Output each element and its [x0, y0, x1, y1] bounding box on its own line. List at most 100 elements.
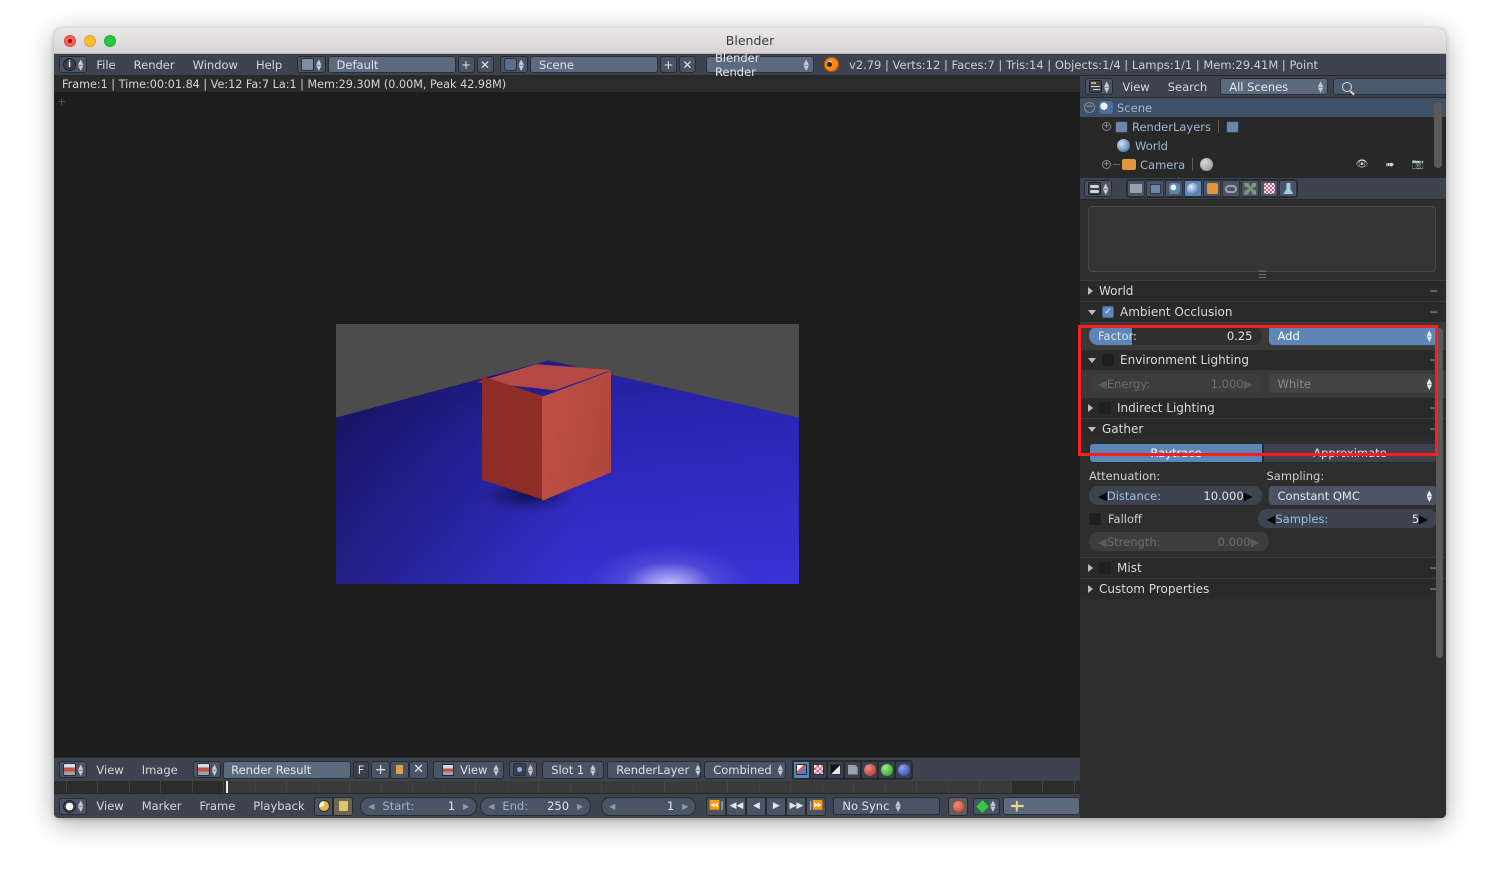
panel-gather[interactable]: Gather ━	[1080, 418, 1446, 439]
indirect-lighting-checkbox[interactable]	[1099, 402, 1111, 414]
image-browse-button[interactable]: ▲ ▼	[192, 761, 222, 778]
decrement-arrow-icon[interactable]: ◀	[1098, 489, 1107, 503]
world-tab[interactable]	[1184, 180, 1203, 197]
add-scene-button[interactable]: +	[659, 56, 677, 73]
timeline-menu-playback[interactable]: Playback	[244, 795, 313, 817]
active-keying-set-field[interactable]	[1002, 797, 1080, 815]
gather-raytrace-button[interactable]: Raytrace	[1089, 443, 1263, 463]
object-tab[interactable]	[1203, 180, 1222, 197]
env-energy-field[interactable]: ◀ Energy: 1.000 ▶	[1089, 374, 1262, 393]
ao-factor-slider[interactable]: Factor: 0.25	[1089, 326, 1262, 345]
blue-channel-swatch[interactable]	[895, 760, 913, 779]
menu-file[interactable]: File	[87, 54, 124, 76]
gather-samples-field[interactable]: ◀ Samples: 5 ▶	[1257, 509, 1437, 528]
cursor-arrow-icon[interactable]: ➠	[1385, 158, 1394, 171]
increment-arrow-icon[interactable]: ▶	[577, 802, 583, 811]
increment-arrow-icon[interactable]: ▶	[1251, 535, 1260, 549]
panel-world[interactable]: World ━	[1080, 280, 1446, 301]
gather-approximate-button[interactable]: Approximate	[1263, 443, 1437, 463]
ambient-occlusion-checkbox[interactable]: ✓	[1102, 306, 1114, 318]
decrement-arrow-icon[interactable]: ◀	[1267, 512, 1276, 526]
outliner-row-scene[interactable]: − Scene	[1080, 98, 1446, 117]
render-layers-tab[interactable]	[1146, 180, 1165, 197]
increment-arrow-icon[interactable]: ▶	[1244, 377, 1253, 391]
eye-icon[interactable]: 👁	[1356, 159, 1369, 170]
increment-arrow-icon[interactable]: ▶	[463, 802, 469, 811]
ao-blend-mode-dropdown[interactable]: Add ▲ ▼	[1268, 326, 1437, 345]
render-engine-dropdown[interactable]: Blender Render ▲ ▼	[705, 51, 814, 79]
editor-type-selector-info[interactable]: i ▲ ▼	[59, 56, 88, 73]
timeline-menu-frame[interactable]: Frame	[190, 795, 244, 817]
red-channel-swatch[interactable]	[861, 760, 879, 779]
decrement-arrow-icon[interactable]: ◀	[1098, 535, 1107, 549]
green-channel-swatch[interactable]	[878, 760, 896, 779]
gather-sampling-method-dropdown[interactable]: Constant QMC ▲ ▼	[1268, 486, 1437, 505]
scene-browse-button[interactable]: ▲ ▼	[499, 56, 528, 73]
next-keyframe-button[interactable]: ▶▶	[786, 796, 807, 816]
decrement-arrow-icon[interactable]: ◀	[488, 802, 494, 811]
image-editor-canvas[interactable]: +	[54, 93, 1080, 757]
playback-transport-controls[interactable]: ⏪| ◀◀ ◀ ▶ ▶▶ |⏩	[706, 796, 827, 816]
display-channels-group[interactable]	[792, 759, 914, 780]
panel-environment-lighting[interactable]: Environment Lighting ━	[1080, 349, 1446, 370]
outliner-row-world[interactable]: World	[1080, 136, 1446, 155]
minimize-window-button[interactable]	[84, 35, 96, 47]
scene-tab[interactable]	[1165, 180, 1184, 197]
lock-time-toggle[interactable]	[333, 796, 354, 816]
properties-editor-body[interactable]: ☰ World ━ ✓ Ambient Occlusion ━ Factor: …	[1080, 200, 1446, 818]
timeline-menu-view[interactable]: View	[87, 795, 132, 817]
render-layer-dropdown[interactable]: RenderLayer ▲ ▼	[607, 760, 702, 779]
material-tab[interactable]	[1260, 180, 1279, 197]
gather-distance-field[interactable]: ◀ Distance: 10.000 ▶	[1089, 486, 1262, 505]
render-pass-dropdown[interactable]: Combined ▲ ▼	[704, 760, 787, 779]
panel-custom-properties[interactable]: Custom Properties ━	[1080, 578, 1446, 599]
panel-indirect-lighting[interactable]: Indirect Lighting ━	[1080, 397, 1446, 418]
outliner-row-camera[interactable]: + Camera 👁 ➠ 📷	[1080, 155, 1446, 174]
image-view-dropdown[interactable]: View ▲ ▼	[433, 760, 504, 779]
screen-layout-browse-button[interactable]: ▲ ▼	[297, 56, 326, 73]
decrement-arrow-icon[interactable]: ◀	[1098, 377, 1107, 391]
renderlayer-data-icon[interactable]	[1226, 120, 1239, 133]
texture-tab[interactable]	[1279, 180, 1298, 197]
editor-type-selector-outliner[interactable]: ▲ ▼	[1085, 78, 1114, 95]
z-buffer-icon[interactable]	[827, 760, 845, 779]
window-traffic-lights[interactable]	[64, 35, 116, 47]
color-and-alpha-icon[interactable]	[793, 760, 811, 779]
outliner-search-input[interactable]	[1333, 78, 1446, 96]
keying-set-browse-button[interactable]: ▲ ▼	[973, 797, 1000, 815]
outliner-scrollbar[interactable]	[1434, 102, 1442, 168]
outliner-display-mode-dropdown[interactable]: All Scenes ▲ ▼	[1220, 78, 1329, 95]
image-menu-view[interactable]: View	[87, 759, 132, 781]
preview-resize-grip[interactable]: ☰	[1080, 271, 1446, 281]
current-frame-field[interactable]: ◀ 1 ▶	[601, 796, 697, 816]
panel-ambient-occlusion[interactable]: ✓ Ambient Occlusion ━	[1080, 301, 1446, 322]
frame-start-field[interactable]: ◀ Start: 1 ▶	[360, 796, 478, 816]
sync-mode-dropdown[interactable]: No Sync ▲ ▼	[833, 797, 941, 815]
use-audio-scrub-toggle[interactable]	[313, 796, 334, 816]
timeline-menu-marker[interactable]: Marker	[133, 795, 191, 817]
panel-mist[interactable]: Mist ━	[1080, 557, 1446, 578]
outliner-tree[interactable]: − Scene + RenderLayers World + Camera 👁 …	[1080, 98, 1446, 178]
properties-scrollbar[interactable]	[1436, 328, 1443, 658]
menu-render[interactable]: Render	[125, 54, 184, 76]
gather-strength-field[interactable]: ◀ Strength: 0.000 ▶	[1089, 532, 1269, 551]
editor-type-selector-image[interactable]: ▲ ▼	[59, 761, 88, 778]
environment-lighting-checkbox[interactable]	[1102, 354, 1114, 366]
frame-end-field[interactable]: ◀ End: 250 ▶	[480, 796, 592, 816]
add-screen-layout-button[interactable]: +	[457, 56, 475, 73]
camera-render-icon[interactable]: 📷	[1412, 159, 1424, 170]
image-name-field[interactable]: Render Result	[223, 760, 352, 779]
modifiers-tab[interactable]	[1241, 180, 1260, 197]
jump-to-end-button[interactable]: |⏩	[806, 796, 827, 816]
delete-screen-layout-button[interactable]: ✕	[476, 56, 494, 73]
increment-arrow-icon[interactable]: ▶	[1244, 489, 1253, 503]
properties-tab-bar[interactable]	[1126, 179, 1299, 198]
editor-type-selector-timeline[interactable]: ▲ ▼	[59, 797, 88, 815]
region-expand-handle-icon[interactable]: +	[57, 95, 66, 108]
expand-toggle-icon[interactable]: +	[1102, 122, 1111, 131]
image-menu-image[interactable]: Image	[133, 759, 187, 781]
alpha-icon[interactable]	[810, 760, 828, 779]
pivot-center-dropdown[interactable]: ▲ ▼	[508, 761, 538, 778]
decrement-arrow-icon[interactable]: ◀	[609, 802, 615, 811]
outliner-menu-search[interactable]: Search	[1159, 76, 1217, 98]
